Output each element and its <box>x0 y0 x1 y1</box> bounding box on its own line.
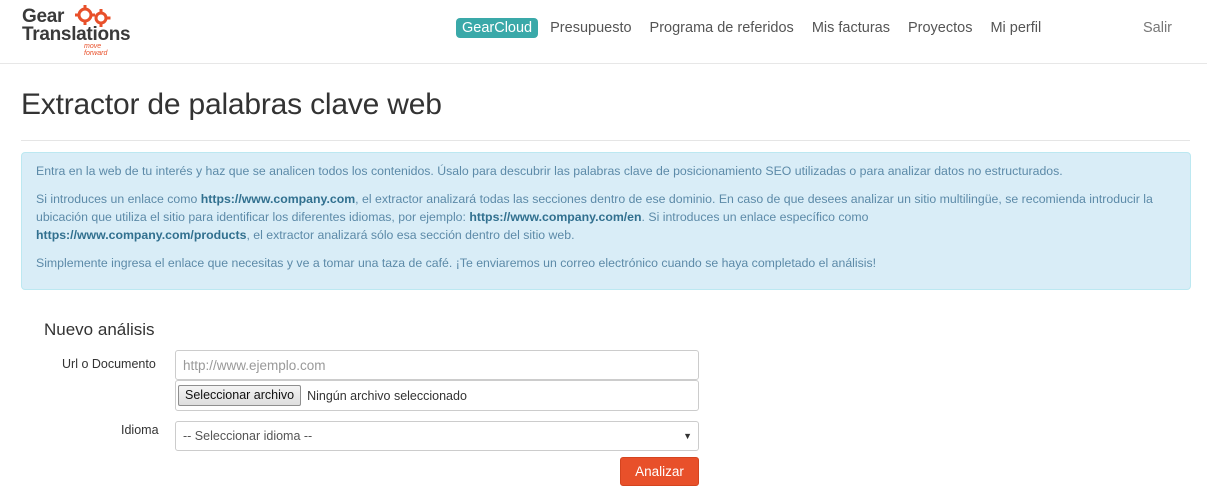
file-status: Ningún archivo seleccionado <box>307 388 467 403</box>
form-title: Nuevo análisis <box>44 320 155 339</box>
top-navbar: Gear Translations move forward GearCloud… <box>0 0 1207 64</box>
logout-link[interactable]: Salir <box>1143 18 1172 38</box>
info-paragraph-2: Si introduces un enlace como https://www… <box>36 190 1176 244</box>
info-alert: Entra en la web de tu interés y haz que … <box>21 152 1191 290</box>
title-divider <box>21 140 1190 141</box>
info-text: . Si introduces un enlace específico com… <box>641 210 869 224</box>
nav-item-perfil[interactable]: Mi perfil <box>990 18 1041 38</box>
nav-item-proyectos[interactable]: Proyectos <box>908 18 972 38</box>
choose-file-button[interactable]: Seleccionar archivo <box>178 385 302 406</box>
info-text: Si introduces un enlace como <box>36 192 201 206</box>
dropdown-arrow-icon: ▼ <box>683 431 692 441</box>
url-label: Url o Documento <box>62 357 156 371</box>
file-upload-field[interactable]: Seleccionar archivo Ningún archivo selec… <box>175 380 699 411</box>
page-title: Extractor de palabras clave web <box>21 88 442 121</box>
nav-item-gearcloud[interactable]: GearCloud <box>456 18 539 38</box>
nav-item-referidos[interactable]: Programa de referidos <box>650 18 794 38</box>
info-text: , el extractor analizará sólo esa secció… <box>246 228 575 242</box>
example-link-language: https://www.company.com/en <box>469 210 642 224</box>
nav-item-presupuesto[interactable]: Presupuesto <box>550 18 631 38</box>
logo-tagline: move forward <box>84 43 108 57</box>
language-label: Idioma <box>121 423 159 437</box>
nav-item-facturas[interactable]: Mis facturas <box>812 18 890 38</box>
language-selected-value: -- Seleccionar idioma -- <box>183 429 313 443</box>
analyze-button[interactable]: Analizar <box>620 457 699 486</box>
example-link-domain: https://www.company.com <box>200 192 356 206</box>
url-input[interactable] <box>175 350 699 380</box>
language-select[interactable]: -- Seleccionar idioma -- ▼ <box>175 421 699 451</box>
example-link-products: https://www.company.com/products <box>36 228 247 242</box>
info-paragraph-3: Simplemente ingresa el enlace que necesi… <box>36 256 877 270</box>
brand-logo[interactable]: Gear Translations move forward <box>22 5 131 57</box>
main-nav: GearCloud Presupuesto Programa de referi… <box>456 18 1059 38</box>
info-paragraph-1: Entra en la web de tu interés y haz que … <box>36 164 1063 178</box>
